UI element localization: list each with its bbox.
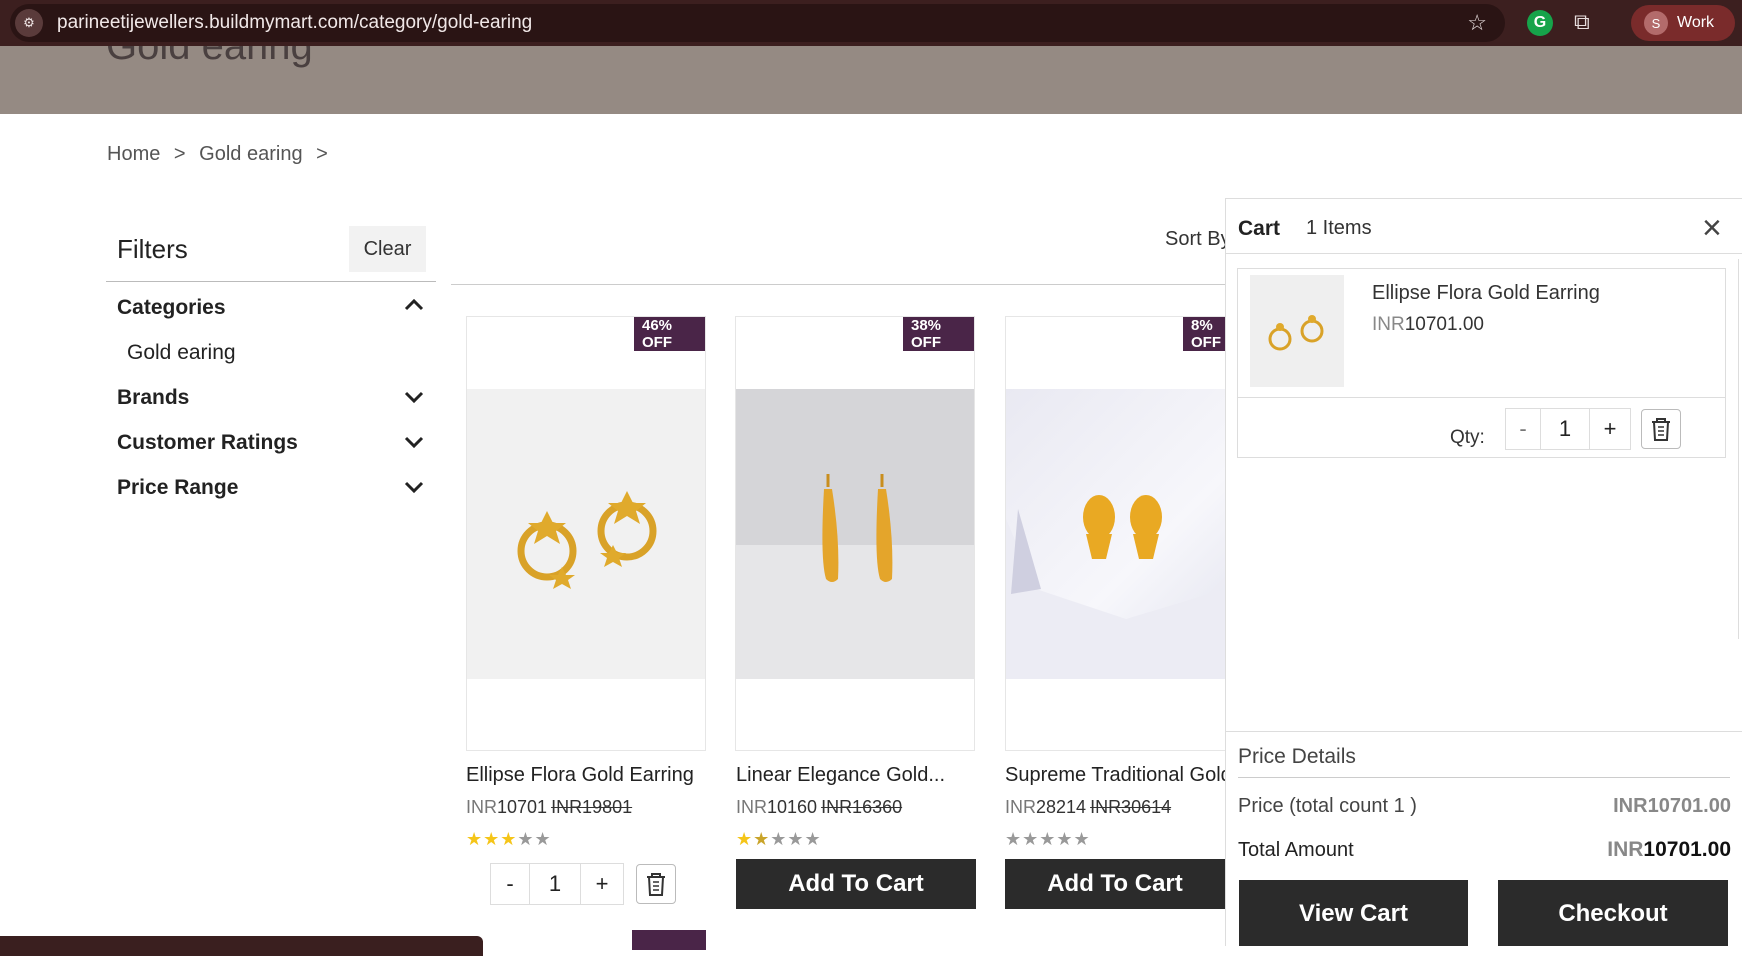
breadcrumb-separator: > xyxy=(316,143,328,165)
filters-title: Filters xyxy=(117,234,188,264)
total-amount-value: INR10701.00 xyxy=(1607,838,1731,862)
address-bar[interactable]: ⚙ parineetijewellers.buildmymart.com/cat… xyxy=(10,4,1505,42)
product-name[interactable]: Supreme Traditional Gold Earring xyxy=(1005,764,1225,787)
total-amount-label: Total Amount xyxy=(1238,839,1354,861)
clear-filters-button[interactable]: Clear xyxy=(349,226,426,272)
discount-badge: 38% OFF xyxy=(903,317,974,351)
discount-badge: 46% OFF xyxy=(634,317,705,351)
cart-items-count: 1 Items xyxy=(1306,217,1372,239)
link-status-bar xyxy=(0,936,483,956)
quantity-stepper: - 1 + xyxy=(490,863,676,905)
site-info-icon[interactable]: ⚙ xyxy=(15,9,43,37)
product-card[interactable]: 38% OFF xyxy=(735,316,975,751)
decrease-qty-button[interactable]: - xyxy=(1505,408,1541,450)
filter-section-customer-ratings[interactable]: Customer Ratings xyxy=(117,431,298,455)
divider xyxy=(1238,777,1730,778)
rating-stars: ★★★★★ xyxy=(466,829,552,849)
original-price: INR16360 xyxy=(821,797,903,817)
grammarly-extension-icon[interactable]: G xyxy=(1527,10,1553,36)
close-icon[interactable]: × xyxy=(1702,211,1722,245)
url-text[interactable]: parineetijewellers.buildmymart.com/categ… xyxy=(57,12,532,34)
discount-badge xyxy=(632,930,706,950)
price-label: Price (total count 1 ) xyxy=(1238,795,1417,817)
chevron-down-icon[interactable] xyxy=(404,478,424,499)
browser-toolbar: ⚙ parineetijewellers.buildmymart.com/cat… xyxy=(0,0,1742,46)
original-price: INR30614 xyxy=(1090,797,1172,817)
product-card[interactable]: 8% OFF xyxy=(1005,316,1229,751)
product-image[interactable] xyxy=(467,389,705,679)
divider xyxy=(1238,397,1725,398)
decrease-qty-button[interactable]: - xyxy=(490,863,530,905)
cart-item-amount: 10701.00 xyxy=(1404,314,1484,335)
currency-label: INR xyxy=(1372,314,1405,335)
price-value: INR10701.00 xyxy=(1613,795,1731,817)
cart-item: Ellipse Flora Gold Earring INR10701.00 Q… xyxy=(1237,268,1726,458)
avatar: S xyxy=(1644,11,1668,35)
product-name[interactable]: Ellipse Flora Gold Earring xyxy=(466,764,694,787)
chevron-down-icon[interactable] xyxy=(404,433,424,454)
cart-drawer: Cart 1 Items × Ellipse Flora Gold Earrin… xyxy=(1225,198,1742,946)
extensions-puzzle-icon[interactable]: ⧉ xyxy=(1574,9,1590,35)
quantity-value[interactable]: 1 xyxy=(530,863,580,905)
currency-label: INR xyxy=(1005,797,1036,817)
scrollbar[interactable] xyxy=(1738,259,1739,639)
original-price: INR19801 xyxy=(551,797,633,817)
view-cart-button[interactable]: View Cart xyxy=(1239,880,1468,946)
category-banner: Gold earing xyxy=(0,46,1742,114)
breadcrumb: Home > Gold earing > xyxy=(107,143,336,166)
rating-stars: ★★★★★ xyxy=(1005,829,1091,849)
cart-item-price: INR10701.00 xyxy=(1372,314,1484,336)
cart-quantity-stepper: - 1 + xyxy=(1505,408,1681,450)
quantity-value[interactable]: 1 xyxy=(1541,408,1589,450)
filter-section-brands[interactable]: Brands xyxy=(117,386,189,410)
cart-title: Cart xyxy=(1238,217,1281,240)
sort-by-dropdown[interactable]: Sort By xyxy=(1165,228,1231,251)
increase-qty-button[interactable]: + xyxy=(580,863,624,905)
product-price: INR10160 INR16360 xyxy=(736,797,902,818)
chevron-up-icon[interactable] xyxy=(404,296,424,317)
product-image[interactable] xyxy=(736,389,974,679)
page-title: Gold earing xyxy=(106,46,313,68)
cart-item-image[interactable] xyxy=(1250,275,1344,387)
divider xyxy=(451,284,1225,285)
sale-price: 10701 xyxy=(497,797,548,817)
filter-section-categories[interactable]: Categories xyxy=(117,296,226,320)
sale-price: 10160 xyxy=(767,797,818,817)
product-card[interactable]: 46% OFF xyxy=(466,316,706,751)
currency-label: INR xyxy=(1607,838,1644,861)
breadcrumb-home[interactable]: Home xyxy=(107,143,160,165)
profile-button[interactable]: S Work xyxy=(1631,5,1735,41)
profile-name: Work xyxy=(1677,14,1715,31)
delete-icon[interactable] xyxy=(1641,409,1681,449)
breadcrumb-category[interactable]: Gold earing xyxy=(199,143,302,165)
bookmark-star-icon[interactable]: ☆ xyxy=(1467,10,1487,36)
divider xyxy=(106,281,436,282)
product-image[interactable] xyxy=(1006,389,1226,679)
product-price: INR10701 INR19801 xyxy=(466,797,632,818)
delete-icon[interactable] xyxy=(636,864,676,904)
add-to-cart-button[interactable]: Add To Cart xyxy=(736,859,976,909)
rating-stars: ★★★★★ xyxy=(736,829,822,849)
discount-badge: 8% OFF xyxy=(1183,317,1229,351)
currency-label: INR xyxy=(466,797,497,817)
breadcrumb-separator: > xyxy=(173,143,186,165)
currency-label: INR xyxy=(736,797,767,817)
cart-item-name[interactable]: Ellipse Flora Gold Earring xyxy=(1372,282,1600,305)
chevron-down-icon[interactable] xyxy=(404,388,424,409)
total-amount: 10701.00 xyxy=(1643,838,1731,861)
checkout-button[interactable]: Checkout xyxy=(1498,880,1728,946)
increase-qty-button[interactable]: + xyxy=(1589,408,1631,450)
sale-price: 28214 xyxy=(1036,797,1087,817)
add-to-cart-button[interactable]: Add To Cart xyxy=(1005,859,1225,909)
price-details-title: Price Details xyxy=(1238,745,1356,768)
filter-option-gold-earing[interactable]: Gold earing xyxy=(127,341,236,365)
qty-label: Qty: xyxy=(1450,427,1485,448)
product-price: INR28214 INR30614 xyxy=(1005,797,1171,818)
filter-section-price-range[interactable]: Price Range xyxy=(117,476,238,500)
divider xyxy=(1226,253,1742,254)
product-name[interactable]: Linear Elegance Gold... xyxy=(736,764,945,787)
divider xyxy=(1226,731,1742,732)
